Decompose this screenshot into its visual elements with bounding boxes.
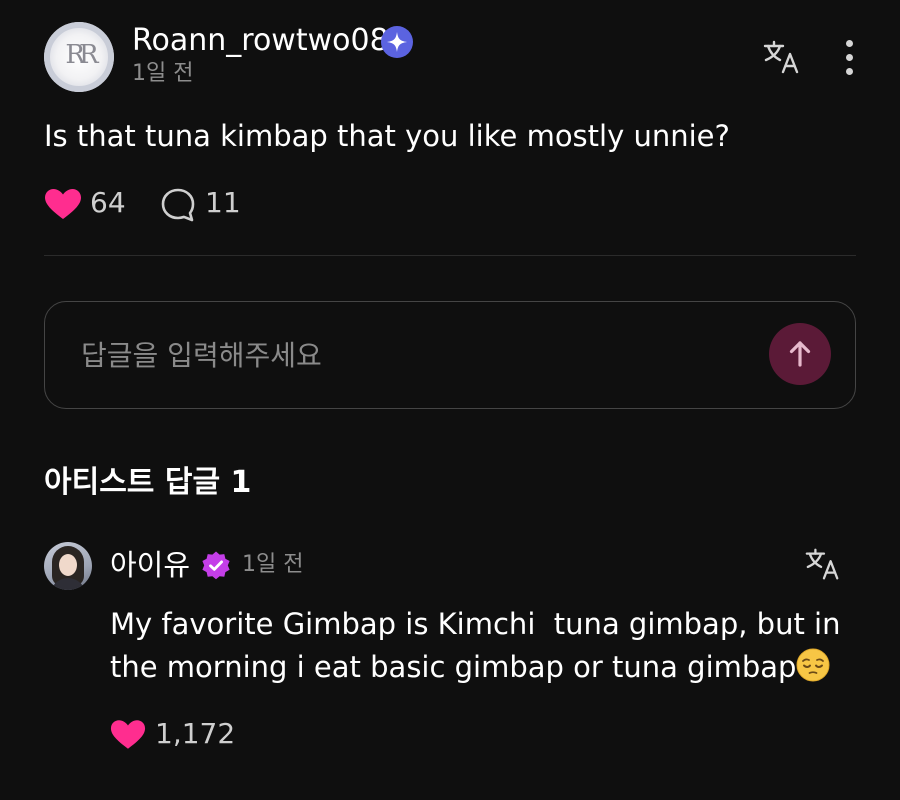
reply-time: 1일 전 [242, 552, 304, 577]
post-body-text: Is that tuna kimbap that you like mostly… [44, 119, 730, 153]
more-dot [846, 40, 853, 47]
translate-icon[interactable] [804, 546, 842, 584]
post-author-username[interactable]: Roann_rowtwo08 [132, 22, 389, 60]
comment-bubble-icon[interactable] [160, 187, 196, 223]
reply-input[interactable] [81, 332, 721, 378]
divider [44, 255, 856, 256]
more-dot [846, 68, 853, 75]
artist-name[interactable]: 아이유 [110, 547, 190, 583]
like-count: 64 [90, 186, 126, 219]
artist-check-badge-icon [200, 550, 232, 582]
reply-like-count: 1,172 [155, 717, 236, 750]
reply-text-line: the morning i eat basic gimbap or tuna g… [110, 650, 797, 684]
reply-input-box [44, 301, 856, 409]
post-time: 1일 전 [132, 61, 194, 86]
post-author-avatar[interactable]: RR [44, 22, 114, 92]
reply-text-line: My favorite Gimbap is Kimchi tuna gimbap… [110, 607, 841, 641]
translate-icon[interactable] [762, 38, 802, 78]
more-vertical-icon[interactable] [838, 38, 862, 78]
verified-star-icon [381, 26, 413, 58]
artist-avatar[interactable] [44, 542, 92, 590]
avatar-monogram: RR [65, 40, 98, 70]
comment-count: 11 [205, 186, 241, 219]
pensive-face-emoji [796, 648, 830, 682]
more-dot [846, 54, 853, 61]
avatar-face [59, 554, 77, 576]
send-button[interactable] [769, 323, 831, 385]
artist-replies-heading: 아티스트 답글 1 [44, 465, 252, 500]
heart-icon[interactable] [110, 719, 146, 750]
heart-icon[interactable] [44, 188, 82, 220]
reply-body-text: My favorite Gimbap is Kimchi tuna gimbap… [110, 603, 840, 689]
